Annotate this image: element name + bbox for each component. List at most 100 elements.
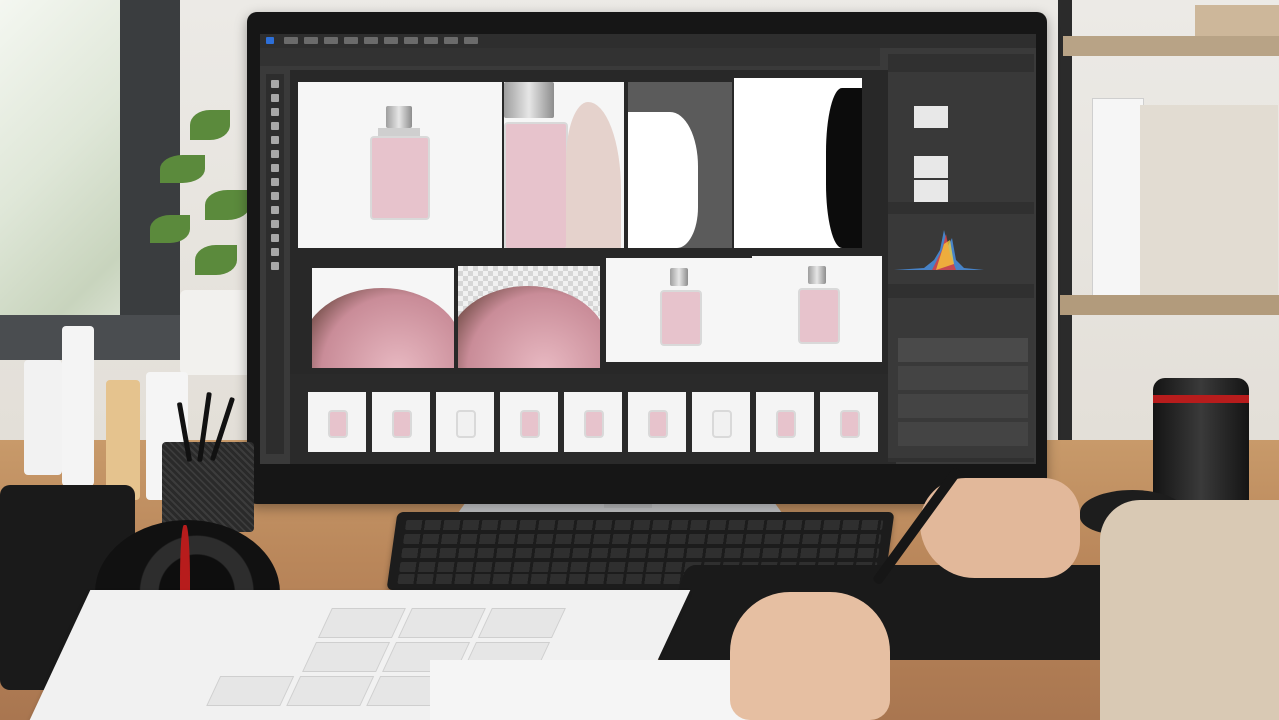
thumbnail[interactable] bbox=[820, 392, 878, 452]
fur-detail bbox=[312, 288, 454, 368]
canvas-tile[interactable] bbox=[752, 256, 882, 362]
bottle-glass bbox=[584, 410, 604, 438]
thumbnail[interactable] bbox=[756, 392, 814, 452]
mask-shape bbox=[628, 112, 698, 248]
menu-item[interactable] bbox=[464, 37, 478, 44]
crop-tool-icon[interactable] bbox=[271, 136, 279, 144]
bottle-cap bbox=[670, 268, 688, 286]
fur-detail bbox=[458, 286, 600, 368]
plant-leaf bbox=[195, 245, 237, 275]
key-row bbox=[404, 520, 884, 530]
clipboard bbox=[430, 660, 770, 720]
thumbnail[interactable] bbox=[564, 392, 622, 452]
canvas-tile[interactable] bbox=[298, 82, 502, 248]
layer-row[interactable] bbox=[898, 338, 1028, 362]
eyedropper-tool-icon[interactable] bbox=[271, 150, 279, 158]
bottle-glass bbox=[392, 410, 412, 438]
canvas-tile-fur[interactable] bbox=[312, 268, 454, 368]
bottle-cap bbox=[504, 82, 554, 118]
eraser-tool-icon[interactable] bbox=[271, 192, 279, 200]
contact-sheet-cell bbox=[477, 608, 566, 638]
monitor-screen bbox=[260, 34, 1036, 464]
thumbnail[interactable] bbox=[500, 392, 558, 452]
marquee-tool-icon[interactable] bbox=[271, 94, 279, 102]
cosmetic-bottle bbox=[106, 380, 140, 500]
left-hand bbox=[730, 592, 890, 720]
thumbnail-strip bbox=[290, 374, 896, 464]
shelf-post bbox=[1058, 0, 1072, 470]
menu-item[interactable] bbox=[324, 37, 338, 44]
brush-tool-icon[interactable] bbox=[271, 164, 279, 172]
menu-item[interactable] bbox=[364, 37, 378, 44]
preview-thumb bbox=[914, 156, 948, 178]
gradient-tool-icon[interactable] bbox=[271, 206, 279, 214]
hand-tool-icon[interactable] bbox=[271, 248, 279, 256]
stamp-tool-icon[interactable] bbox=[271, 178, 279, 186]
menu-item[interactable] bbox=[404, 37, 418, 44]
layer-row[interactable] bbox=[898, 422, 1028, 446]
canvas-tile[interactable] bbox=[504, 82, 624, 248]
histogram-panel[interactable] bbox=[888, 214, 1034, 284]
thumbnail[interactable] bbox=[692, 392, 750, 452]
canvas-tile-mask[interactable] bbox=[628, 82, 732, 248]
bottle-cap bbox=[808, 266, 826, 284]
arm bbox=[1100, 500, 1279, 720]
menu-item[interactable] bbox=[444, 37, 458, 44]
type-tool-icon[interactable] bbox=[271, 234, 279, 242]
bottle-glass bbox=[504, 122, 568, 248]
lens-ring bbox=[1153, 395, 1249, 403]
bottle-glass bbox=[840, 410, 860, 438]
bottle-glass bbox=[456, 410, 476, 438]
bottle-glass bbox=[648, 410, 668, 438]
bottle-cap bbox=[386, 106, 412, 128]
menu-item[interactable] bbox=[424, 37, 438, 44]
thumbnail[interactable] bbox=[436, 392, 494, 452]
shelf-box bbox=[1195, 5, 1279, 37]
menu-item[interactable] bbox=[344, 37, 358, 44]
pen-tool-icon[interactable] bbox=[271, 220, 279, 228]
canvas-tile[interactable] bbox=[606, 258, 754, 362]
mask-shadow bbox=[826, 88, 862, 248]
layers-preview-panel[interactable] bbox=[888, 72, 1034, 202]
bottle-glass bbox=[520, 410, 540, 438]
select-tool-icon[interactable] bbox=[271, 122, 279, 130]
contact-sheet-cell bbox=[206, 676, 295, 706]
move-tool-icon[interactable] bbox=[271, 80, 279, 88]
pen bbox=[197, 391, 212, 463]
thumbnail[interactable] bbox=[372, 392, 430, 452]
zoom-tool-icon[interactable] bbox=[271, 262, 279, 270]
contact-sheet-cell bbox=[302, 642, 391, 672]
menu-item[interactable] bbox=[284, 37, 298, 44]
binder bbox=[1092, 98, 1144, 300]
bottle-glass bbox=[660, 290, 702, 346]
thumbnail[interactable] bbox=[628, 392, 686, 452]
layers-panel[interactable] bbox=[888, 298, 1034, 458]
tools-panel bbox=[266, 74, 284, 454]
layer-row[interactable] bbox=[898, 394, 1028, 418]
plant-leaf bbox=[205, 190, 250, 220]
layer-row[interactable] bbox=[898, 366, 1028, 390]
plant-pot bbox=[180, 290, 255, 375]
shelf-board bbox=[1063, 36, 1279, 56]
canvas-tile-mask[interactable] bbox=[734, 78, 862, 248]
thumbnail[interactable] bbox=[308, 392, 366, 452]
contact-sheet-cell bbox=[286, 676, 375, 706]
preview-thumb bbox=[914, 106, 948, 128]
menu-item[interactable] bbox=[304, 37, 318, 44]
plant-leaf bbox=[150, 215, 190, 243]
app-logo-icon[interactable] bbox=[266, 37, 274, 44]
canvas-area[interactable] bbox=[290, 70, 900, 374]
canvas-tile-fur[interactable] bbox=[458, 266, 600, 368]
key-row bbox=[401, 548, 880, 558]
cosmetic-bottle bbox=[62, 326, 94, 486]
plant-leaf bbox=[160, 155, 205, 183]
bottle-glass bbox=[370, 136, 430, 220]
menu-item[interactable] bbox=[384, 37, 398, 44]
contact-sheet-cell bbox=[397, 608, 486, 638]
lasso-tool-icon[interactable] bbox=[271, 108, 279, 116]
plant-leaf bbox=[190, 110, 230, 140]
bottle-glass bbox=[712, 410, 732, 438]
bottle-neck bbox=[378, 128, 420, 136]
contact-sheet-cell bbox=[317, 608, 406, 638]
cosmetic-bottle bbox=[24, 360, 62, 475]
